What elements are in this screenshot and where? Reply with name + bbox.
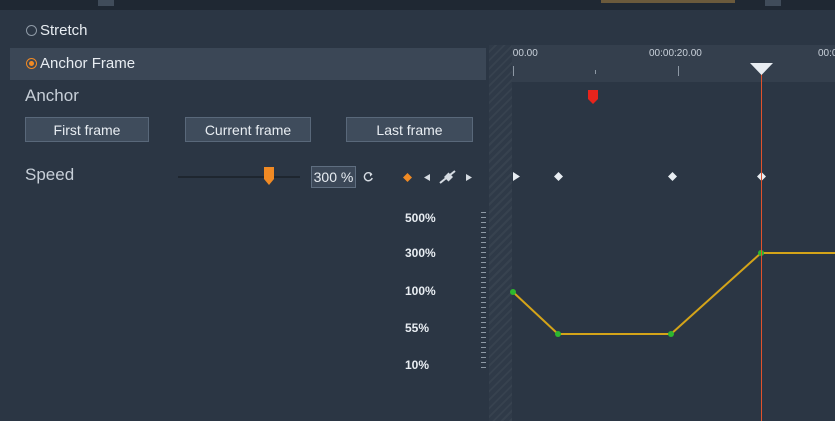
speed-keyframe-point[interactable] — [510, 289, 516, 295]
speed-curve-line[interactable] — [512, 252, 835, 335]
speed-keyframe-point[interactable] — [668, 331, 674, 337]
playhead-line[interactable] — [761, 65, 762, 421]
speed-curve[interactable] — [0, 0, 835, 421]
playhead-handle[interactable] — [750, 63, 773, 75]
speed-keyframe-point[interactable] — [555, 331, 561, 337]
